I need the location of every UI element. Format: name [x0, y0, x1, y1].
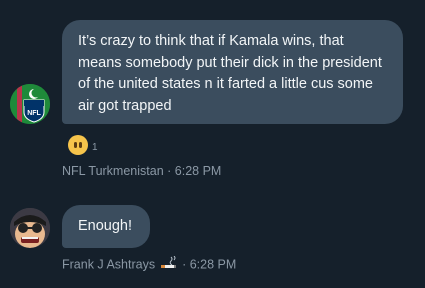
avatar-logo-icon: NFL: [10, 84, 50, 124]
message-text: Enough!: [78, 218, 133, 234]
message-meta: Frank J Ashtrays · 6:28 PM: [62, 255, 237, 274]
message-text: It’s crazy to think that if Kamala wins,…: [78, 33, 382, 114]
author-name[interactable]: NFL Turkmenistan: [62, 164, 164, 178]
message-bubble[interactable]: It’s crazy to think that if Kamala wins,…: [62, 20, 403, 124]
cigarette-emoji-icon: [160, 255, 178, 274]
message-time: 6:28 PM: [189, 257, 237, 272]
message-meta: NFL Turkmenistan · 6:28 PM: [62, 163, 221, 179]
svg-text:NFL: NFL: [27, 110, 41, 117]
reaction-badge[interactable]: 1: [68, 134, 98, 156]
author-name[interactable]: Frank J Ashtrays: [62, 257, 155, 271]
neutral-face-emoji-icon: [68, 135, 88, 155]
meta-separator: ·: [167, 164, 172, 178]
message-time: 6:28 PM: [174, 164, 222, 178]
message-bubble[interactable]: Enough!: [62, 205, 150, 248]
meta-separator: ·: [182, 257, 187, 272]
reaction-count: 1: [92, 141, 98, 153]
avatar-face-icon: [10, 208, 50, 248]
avatar-frank-j-ashtrays[interactable]: [10, 208, 50, 248]
avatar-nfl-turkmenistan[interactable]: NFL: [10, 84, 50, 124]
